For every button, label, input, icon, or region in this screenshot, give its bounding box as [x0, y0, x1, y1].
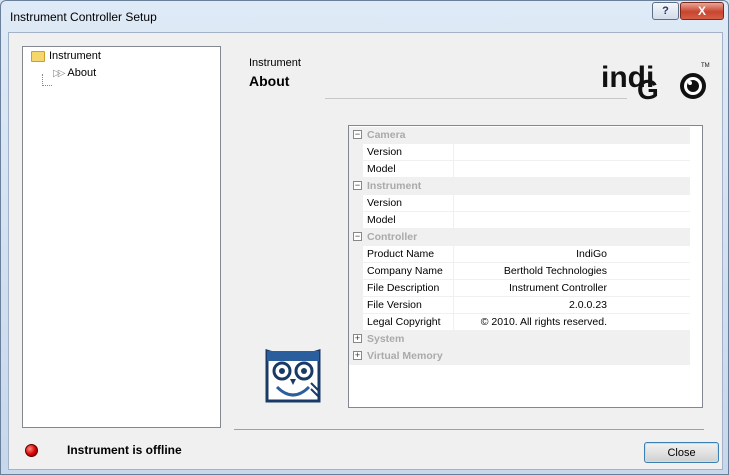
- section-subtitle: Instrument: [249, 57, 301, 69]
- status-text: Instrument is offline: [67, 443, 182, 457]
- category-label: Virtual Memory: [367, 350, 443, 362]
- dialog-client-area: Instrument ▷▷ About Instrument About ind…: [8, 32, 723, 470]
- property-name: Company Name: [367, 265, 443, 277]
- property-row[interactable]: Version: [349, 144, 690, 161]
- logo-trademark: TM: [701, 63, 710, 69]
- category-label: Camera: [367, 129, 406, 141]
- category-label: Controller: [367, 231, 418, 243]
- property-value: 2.0.0.23: [569, 299, 607, 311]
- property-value: IndiGo: [576, 248, 607, 260]
- property-row[interactable]: Model: [349, 161, 690, 178]
- double-arrow-icon: ▷▷: [53, 67, 66, 79]
- folder-icon: [31, 50, 45, 62]
- indigo-logo: indi G TM: [601, 61, 710, 105]
- collapse-icon[interactable]: −: [353, 181, 362, 190]
- category-virtual-memory[interactable]: + Virtual Memory: [349, 348, 690, 365]
- property-grid[interactable]: − Camera Version Model − Instrument Vers…: [348, 125, 703, 408]
- tree-item-instrument[interactable]: Instrument: [31, 50, 101, 62]
- collapse-icon[interactable]: −: [353, 232, 362, 241]
- help-button[interactable]: ?: [652, 2, 679, 20]
- owl-icon: [265, 348, 321, 403]
- tree-connector: [43, 85, 52, 86]
- footer-divider: [234, 429, 704, 430]
- property-row[interactable]: File Description Instrument Controller: [349, 280, 690, 297]
- property-name: Version: [367, 146, 403, 158]
- window-close-button[interactable]: X: [680, 2, 724, 20]
- category-instrument[interactable]: − Instrument: [349, 178, 690, 195]
- expand-icon[interactable]: +: [353, 334, 362, 343]
- property-row[interactable]: File Version 2.0.0.23: [349, 297, 690, 314]
- expand-icon[interactable]: +: [353, 351, 362, 360]
- property-value: © 2010. All rights reserved.: [480, 316, 607, 328]
- category-camera[interactable]: − Camera: [349, 127, 690, 144]
- category-label: Instrument: [367, 180, 422, 192]
- window-title: Instrument Controller Setup: [10, 10, 157, 24]
- property-value: Berthold Technologies: [503, 265, 607, 277]
- property-row[interactable]: Version: [349, 195, 690, 212]
- property-name: Model: [367, 163, 396, 175]
- property-name: Legal Copyright: [367, 316, 441, 328]
- title-bar: Instrument Controller Setup ? X: [1, 1, 728, 31]
- navigation-tree[interactable]: Instrument ▷▷ About: [22, 46, 221, 428]
- category-system[interactable]: + System: [349, 331, 690, 348]
- property-name: File Description: [367, 282, 440, 294]
- property-row[interactable]: Company Name Berthold Technologies: [349, 263, 690, 280]
- close-button[interactable]: Close: [644, 442, 719, 463]
- dialog-window: Instrument Controller Setup ? X Instrume…: [0, 0, 729, 475]
- category-label: System: [367, 333, 405, 345]
- tree-item-label: About: [67, 67, 97, 79]
- property-name: Product Name: [367, 248, 435, 260]
- category-controller[interactable]: − Controller: [349, 229, 690, 246]
- property-value: Instrument Controller: [508, 282, 607, 294]
- collapse-icon[interactable]: −: [353, 130, 362, 139]
- property-name: Model: [367, 214, 396, 226]
- property-row[interactable]: Legal Copyright © 2010. All rights reser…: [349, 314, 690, 331]
- property-row[interactable]: Product Name IndiGo: [349, 246, 690, 263]
- property-name: Version: [367, 197, 403, 209]
- svg-text:G: G: [637, 74, 659, 105]
- page-title: About: [249, 73, 290, 89]
- status-indicator-icon: [25, 444, 38, 457]
- property-row[interactable]: Model: [349, 212, 690, 229]
- property-name: File Version: [367, 299, 422, 311]
- tree-item-label: Instrument: [49, 50, 101, 62]
- tree-item-about[interactable]: ▷▷ About: [53, 67, 96, 79]
- header-divider: [325, 98, 627, 99]
